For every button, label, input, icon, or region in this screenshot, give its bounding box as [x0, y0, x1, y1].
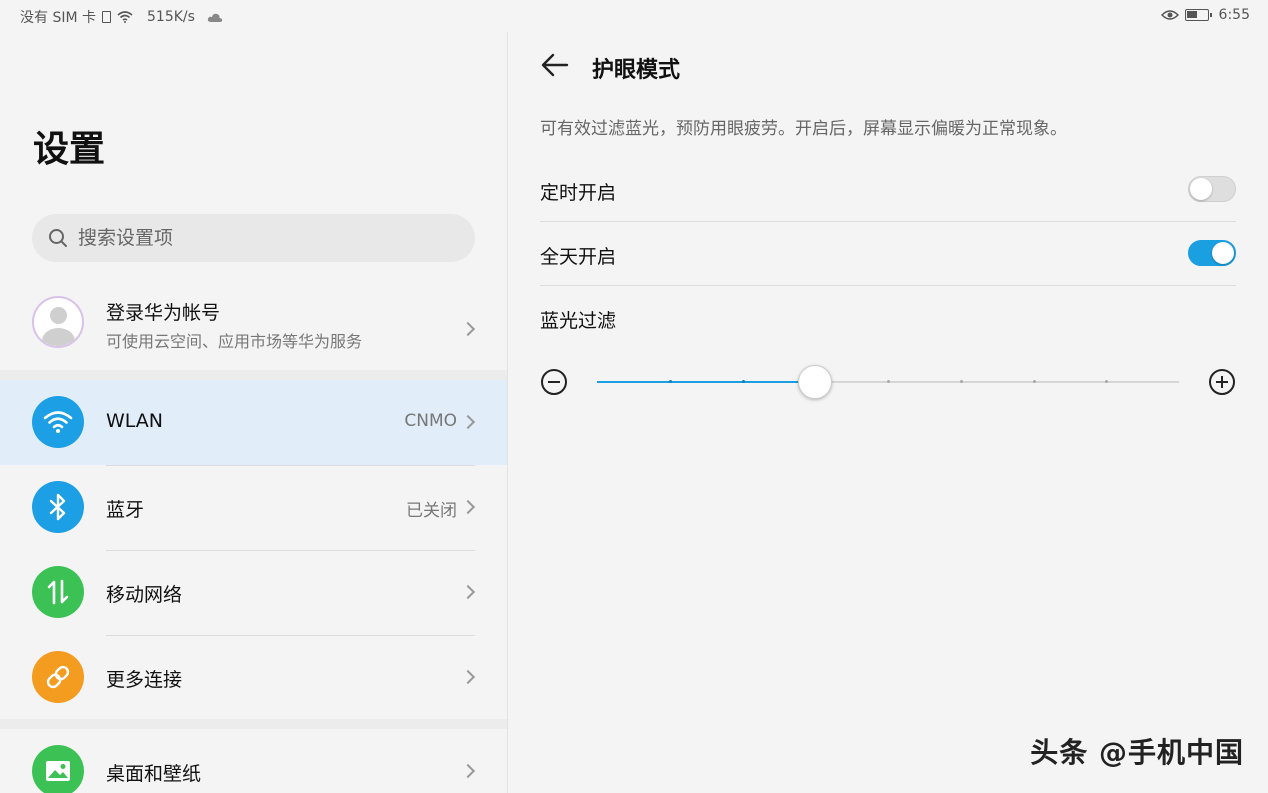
- eye-comfort-description: 可有效过滤蓝光，预防用眼疲劳。开启后，屏幕显示偏暖为正常现象。: [540, 119, 1067, 139]
- account-subtitle: 可使用云空间、应用市场等华为服务: [106, 332, 363, 351]
- settings-item-bluetooth[interactable]: 蓝牙 已关闭: [0, 465, 507, 550]
- slider-track[interactable]: [597, 365, 1179, 399]
- settings-item-label: 桌面和壁纸: [106, 763, 202, 785]
- blue-light-filter-label: 蓝光过滤: [540, 310, 617, 332]
- settings-item-desktop-wallpaper[interactable]: 桌面和壁纸: [0, 729, 507, 793]
- chevron-right-icon: [460, 321, 476, 337]
- battery-icon: [1184, 9, 1212, 21]
- toggle-knob: [1212, 242, 1234, 264]
- link-icon: [32, 651, 84, 703]
- status-bar-left: 没有 SIM 卡 515K/s: [20, 7, 223, 27]
- chevron-right-icon: [460, 584, 476, 600]
- search-icon: [49, 229, 67, 247]
- settings-item-label: 更多连接: [106, 669, 183, 691]
- slider-thumb[interactable]: [798, 365, 833, 399]
- network-speed: 515K/s: [147, 9, 195, 25]
- slider-tick: [1032, 380, 1036, 383]
- no-sim-icon: [102, 11, 111, 23]
- blue-light-slider: [540, 364, 1236, 400]
- detail-title: 护眼模式: [592, 58, 681, 83]
- chevron-right-icon: [460, 414, 476, 430]
- chevron-right-icon: [460, 499, 476, 515]
- settings-item-label: WLAN: [106, 410, 164, 432]
- plus-circle-icon[interactable]: [1208, 368, 1236, 396]
- settings-item-value: CNMO: [404, 411, 457, 431]
- search-input[interactable]: [78, 227, 458, 249]
- section-divider: [0, 719, 507, 729]
- account-name: 登录华为帐号: [106, 302, 221, 324]
- toggle-knob: [1190, 178, 1212, 200]
- slider-tick: [741, 380, 745, 383]
- chevron-right-icon: [460, 763, 476, 779]
- scheduled-setting-row[interactable]: 定时开启: [540, 158, 1236, 222]
- blue-light-filter-row: 蓝光过滤: [540, 286, 1236, 350]
- slider-tick: [959, 380, 963, 383]
- settings-item-wlan[interactable]: WLAN CNMO: [0, 380, 507, 465]
- image-icon: [32, 745, 84, 793]
- status-bar: 没有 SIM 卡 515K/s 6:55: [0, 0, 1268, 32]
- slider-tick: [1105, 380, 1109, 383]
- settings-item-label: 蓝牙: [106, 499, 145, 521]
- settings-list-panel: 设置 登录华为帐号 可使用云空间、应用市场等华为服务 WLAN CNMO: [0, 32, 507, 793]
- minus-circle-icon[interactable]: [540, 368, 568, 396]
- slider-fill: [597, 381, 816, 383]
- scheduled-toggle[interactable]: [1188, 176, 1236, 202]
- page-title: 设置: [33, 129, 106, 170]
- allday-setting-row[interactable]: 全天开启: [540, 222, 1236, 286]
- row-divider: [106, 635, 475, 636]
- eye-comfort-icon: [1160, 10, 1179, 20]
- cloud-icon: [207, 13, 223, 22]
- allday-label: 全天开启: [540, 246, 617, 268]
- slider-tick: [668, 380, 672, 383]
- bluetooth-icon: [32, 481, 84, 533]
- account-row[interactable]: 登录华为帐号 可使用云空间、应用市场等华为服务: [0, 290, 507, 370]
- clock: 6:55: [1218, 7, 1250, 23]
- back-arrow-icon[interactable]: [540, 52, 570, 78]
- settings-item-value: 已关闭: [406, 501, 457, 521]
- settings-item-more-connections[interactable]: 更多连接: [0, 635, 507, 720]
- status-bar-right: 6:55: [1160, 7, 1250, 23]
- chevron-right-icon: [460, 669, 476, 685]
- settings-item-label: 移动网络: [106, 584, 183, 606]
- row-divider: [106, 465, 475, 466]
- carrier-text: 没有 SIM 卡: [20, 10, 96, 26]
- slider-tick: [887, 380, 890, 383]
- search-bar[interactable]: [32, 214, 475, 262]
- row-divider: [106, 550, 475, 551]
- watermark: 头条 @手机中国: [1030, 736, 1244, 769]
- scheduled-label: 定时开启: [540, 182, 617, 204]
- section-divider: [0, 370, 507, 380]
- mobile-data-icon: [32, 566, 84, 618]
- avatar: [32, 296, 84, 348]
- allday-toggle[interactable]: [1188, 240, 1236, 266]
- settings-item-mobile-network[interactable]: 移动网络: [0, 550, 507, 635]
- wifi-status-icon: [117, 11, 133, 23]
- wifi-icon: [32, 396, 84, 448]
- eye-comfort-panel: 护眼模式 可有效过滤蓝光，预防用眼疲劳。开启后，屏幕显示偏暖为正常现象。 定时开…: [508, 32, 1268, 793]
